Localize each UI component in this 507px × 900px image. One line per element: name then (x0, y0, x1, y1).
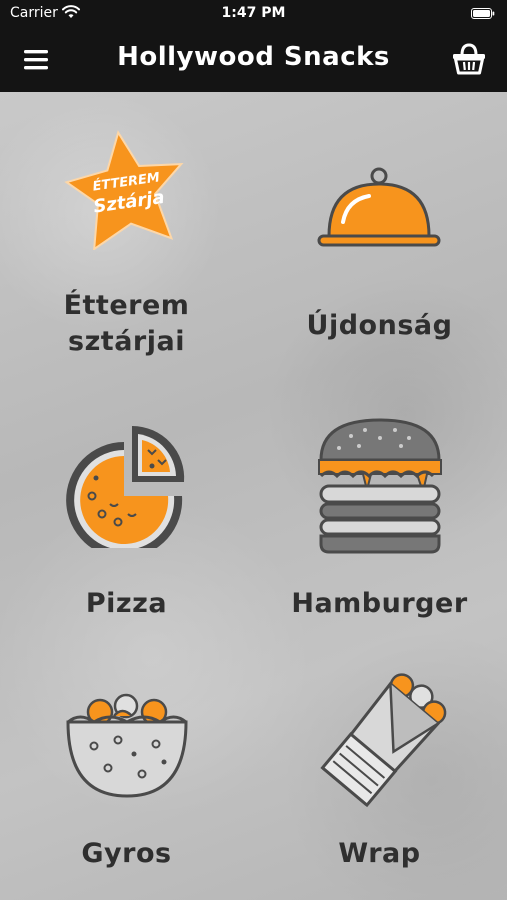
wrap-icon (320, 673, 447, 808)
category-tile-pizza[interactable]: Pizza (0, 352, 253, 619)
app-title: Hollywood Snacks (117, 42, 390, 72)
burger-icon (318, 418, 442, 554)
category-label-line1: Étterem (63, 290, 190, 321)
category-tile-ujdonsag[interactable]: Újdonság (253, 92, 506, 352)
nav-bar: Hollywood Snacks (0, 28, 507, 92)
pizza-icon (66, 425, 185, 548)
star-badge-icon: ÉTTEREM Sztárja (64, 130, 184, 250)
category-tile-hamburger[interactable]: Hamburger (253, 352, 506, 619)
category-tile-wrap[interactable]: Wrap (253, 612, 506, 872)
category-tile-etterem-sztarjai[interactable]: ÉTTEREM Sztárja Étterem sztárjai (0, 92, 253, 357)
cloche-icon (317, 167, 441, 247)
category-label: Étterem sztárjai (0, 288, 253, 360)
category-tile-gyros[interactable]: Gyros (0, 612, 253, 872)
category-label: Wrap (338, 838, 421, 869)
category-label: Gyros (81, 838, 172, 869)
status-bar: Carrier 1:47 PM (0, 0, 507, 28)
battery-icon (471, 8, 495, 19)
basket-icon[interactable] (451, 42, 487, 76)
category-grid: ÉTTEREM Sztárja Étterem sztárjai Újdonsá… (0, 92, 507, 900)
category-label: Újdonság (306, 310, 453, 341)
clock: 1:47 PM (221, 5, 286, 21)
gyros-bowl-icon (66, 693, 188, 798)
